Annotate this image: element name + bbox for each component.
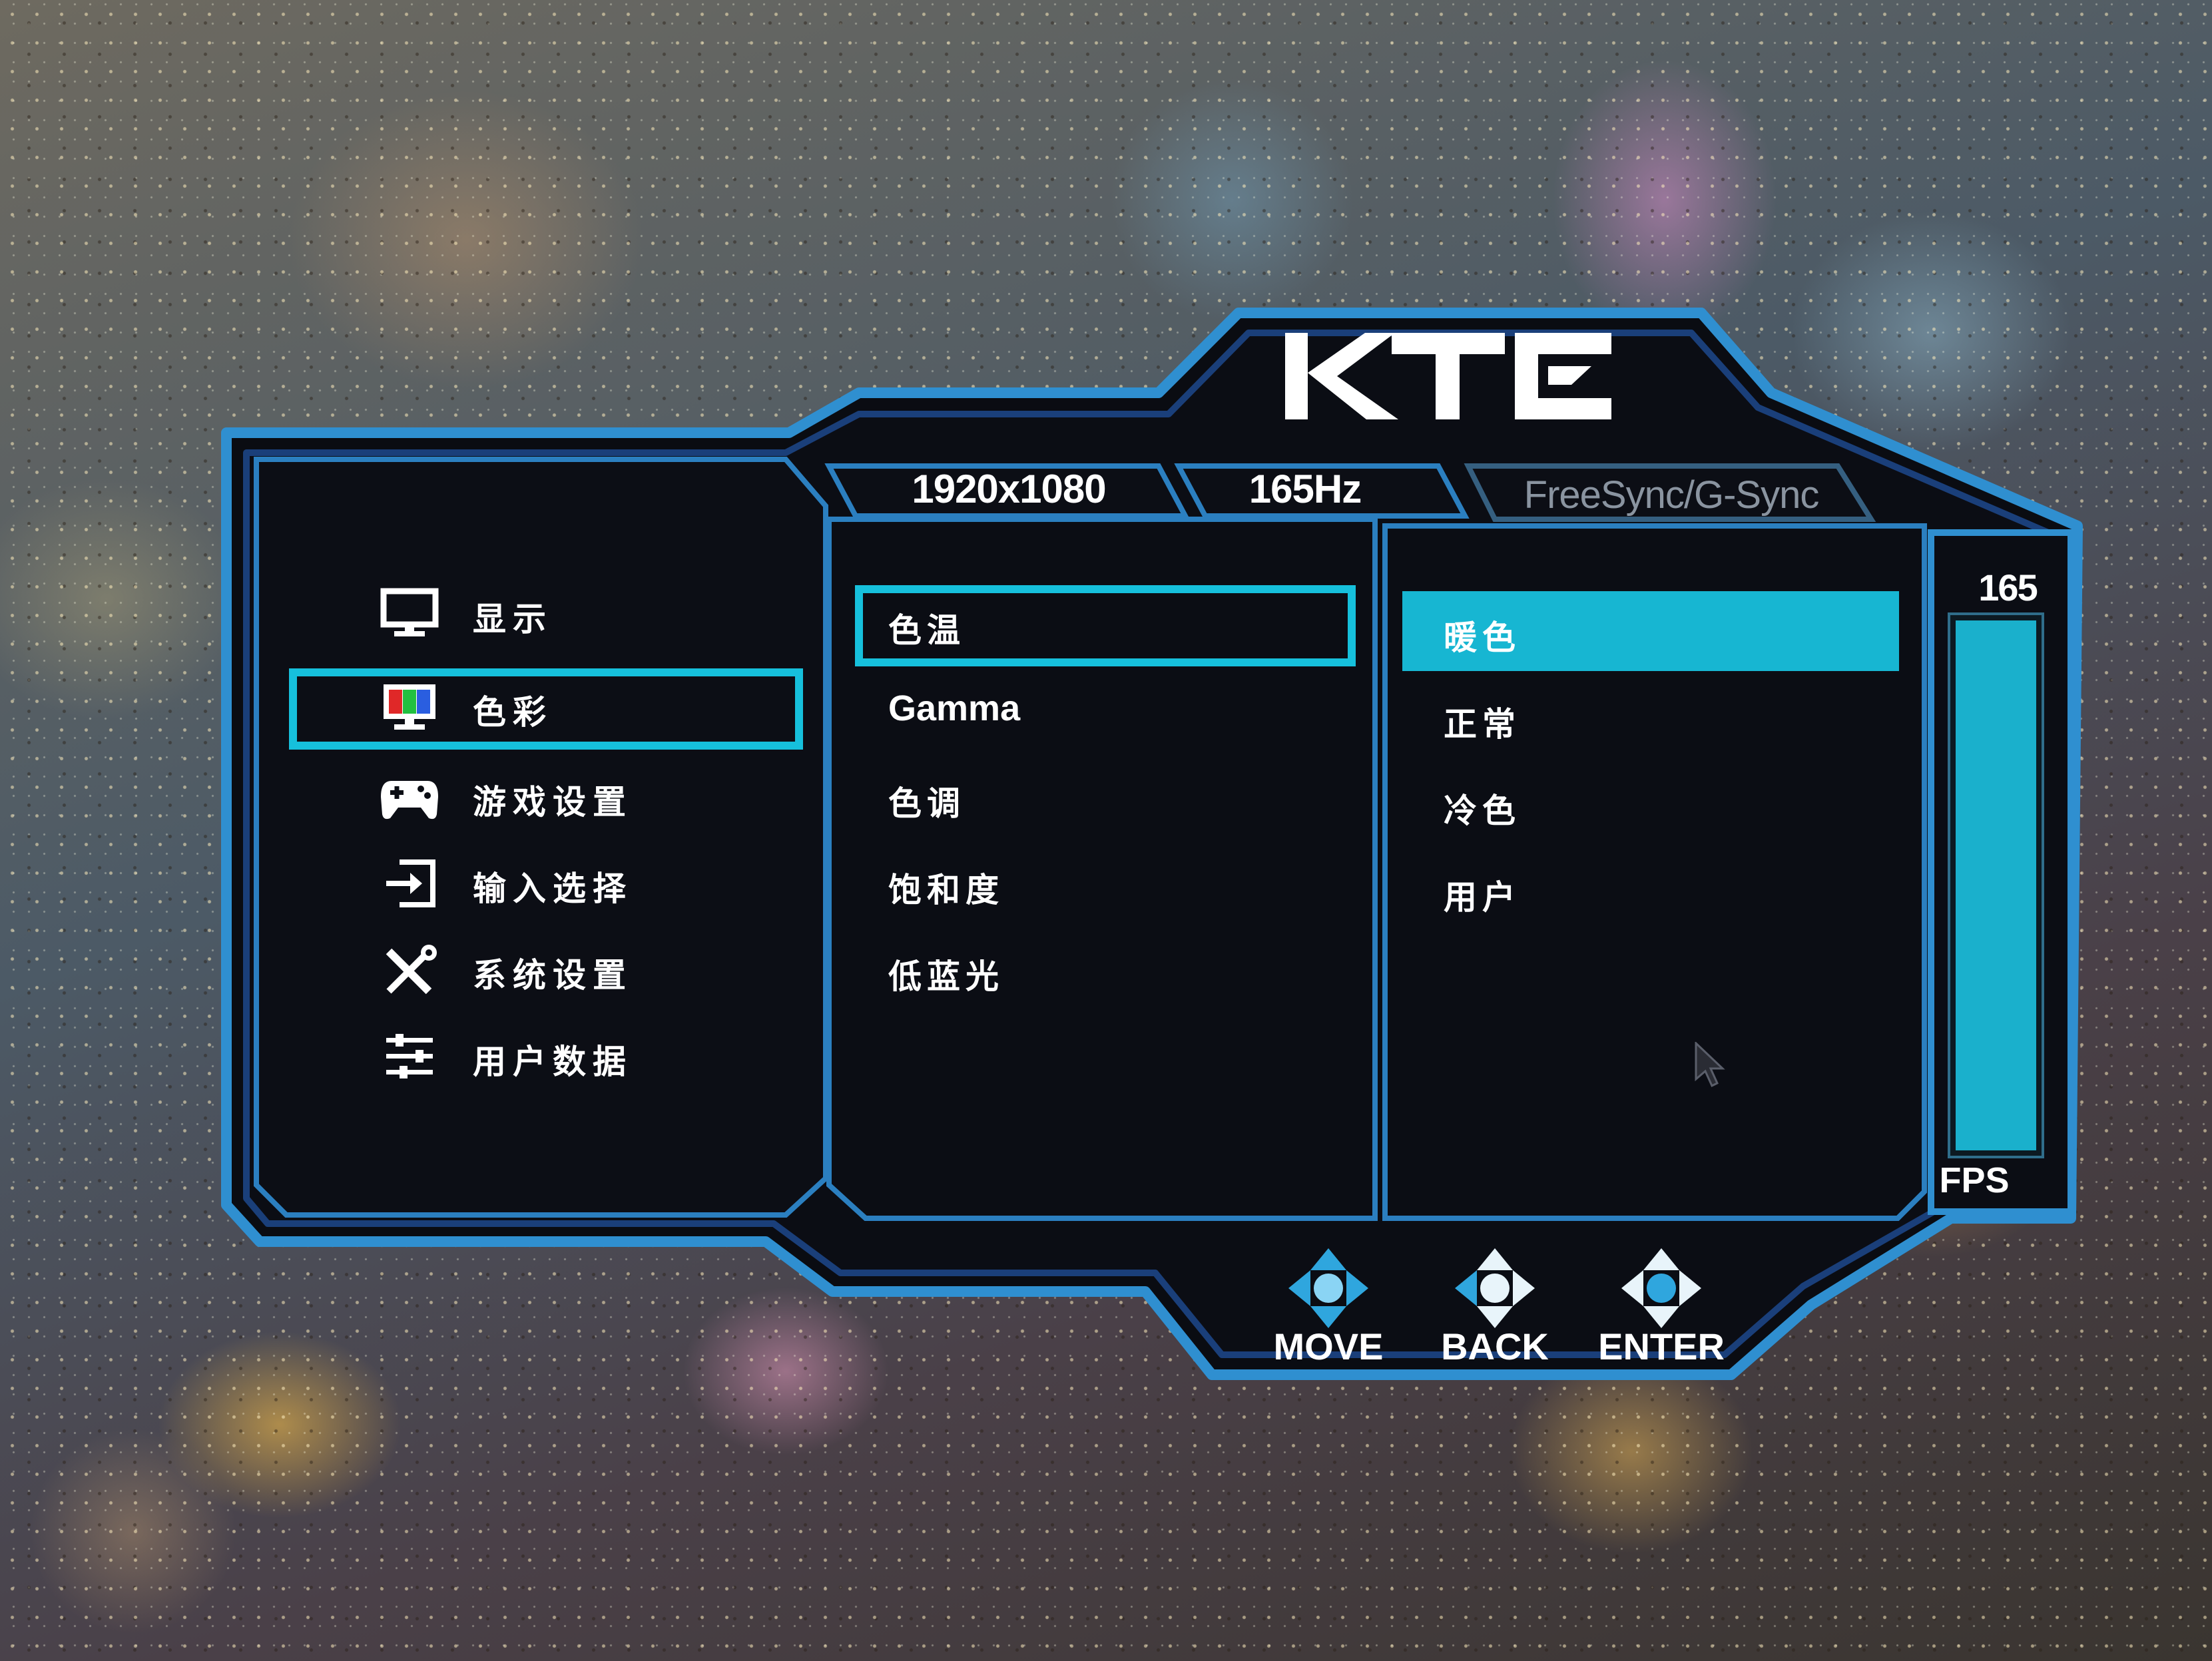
submenu-item-low-blue-light[interactable]: 低蓝光: [859, 935, 1352, 1009]
freesync-tab: FreeSync/G-Sync: [1523, 473, 1820, 517]
menu-item-label: 游戏设置: [473, 783, 633, 822]
sliders-icon: [386, 1034, 433, 1078]
tools-icon: [386, 945, 437, 995]
dpad-enter-icon: [1621, 1248, 1701, 1328]
gamepad-icon: [381, 781, 438, 820]
submenu-item-color-temp[interactable]: 色温: [855, 585, 1356, 666]
menu-item-display[interactable]: 显示: [293, 579, 799, 652]
ktc-logo: [1285, 333, 1611, 419]
monitor-icon: [380, 588, 439, 636]
menu-item-label: 显示: [473, 600, 553, 638]
menu-item-label: 输入选择: [473, 869, 633, 908]
mouse-cursor-icon: [1695, 1042, 1725, 1088]
menu-item-color[interactable]: 色彩: [289, 668, 803, 750]
menu-item-game-settings[interactable]: 游戏设置: [293, 762, 799, 835]
fps-value: 165: [1978, 567, 2038, 608]
menu-item-label: 色彩: [473, 693, 553, 732]
option-warm[interactable]: 暖色: [1402, 591, 1899, 671]
submenu-item-label: 色温: [888, 611, 966, 650]
nav-label: BACK: [1441, 1325, 1549, 1367]
option-label: 正常: [1444, 705, 1521, 744]
nav-label: ENTER: [1598, 1325, 1725, 1367]
submenu-item-label: Gamma: [888, 688, 1021, 728]
option-cool[interactable]: 冷色: [1402, 764, 1899, 844]
menu-item-input-select[interactable]: 输入选择: [293, 849, 799, 922]
menu-item-system-settings[interactable]: 系统设置: [293, 935, 799, 1009]
dpad-move-icon: [1288, 1248, 1368, 1328]
submenu-item-saturation[interactable]: 饱和度: [859, 849, 1352, 922]
option-normal[interactable]: 正常: [1402, 678, 1899, 758]
fps-label: FPS: [1939, 1160, 2010, 1200]
fps-bar: [1948, 612, 2044, 1158]
nav-enter: ENTER: [1581, 1245, 1741, 1378]
submenu-item-hue[interactable]: 色调: [859, 762, 1352, 835]
submenu-item-label: 色调: [888, 784, 966, 823]
option-user[interactable]: 用户: [1402, 851, 1899, 931]
refresh-rate-tab: 165Hz: [1248, 467, 1362, 511]
nav-move: MOVE: [1248, 1245, 1408, 1378]
dpad-back-icon: [1455, 1248, 1535, 1328]
input-icon: [386, 859, 435, 907]
nav-label: MOVE: [1273, 1325, 1384, 1367]
fps-bar-fill: [1956, 620, 2036, 1150]
option-label: 冷色: [1444, 792, 1521, 830]
resolution-tab: 1920x1080: [912, 467, 1106, 511]
option-label: 用户: [1444, 878, 1521, 917]
color-monitor-icon: [384, 684, 435, 730]
menu-item-user-data[interactable]: 用户数据: [293, 1022, 799, 1095]
nav-back: BACK: [1415, 1245, 1575, 1378]
submenu-item-label: 饱和度: [888, 871, 1004, 909]
submenu-item-gamma[interactable]: Gamma: [859, 676, 1352, 749]
menu-item-label: 用户数据: [473, 1043, 633, 1081]
submenu-item-label: 低蓝光: [888, 957, 1004, 996]
menu-item-label: 系统设置: [473, 956, 633, 995]
option-label: 暖色: [1444, 618, 1521, 657]
